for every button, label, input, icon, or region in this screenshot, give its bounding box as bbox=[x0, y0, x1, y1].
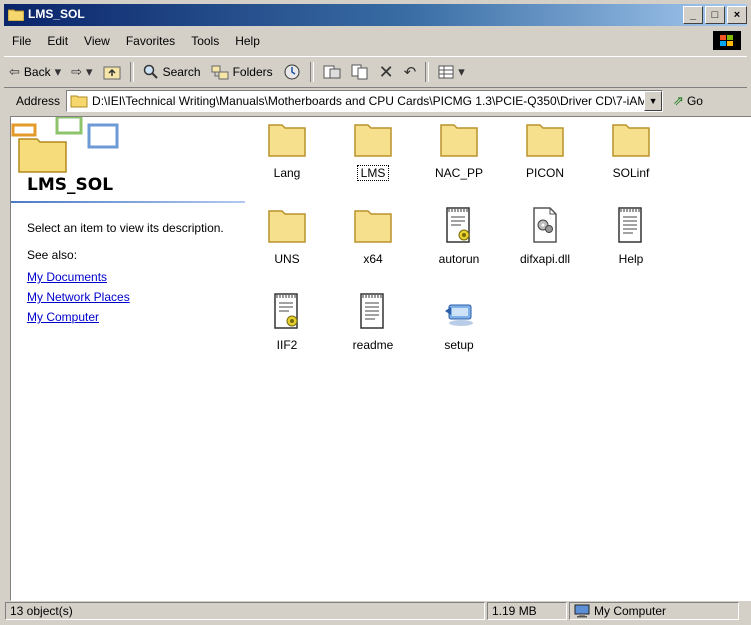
menu-tools[interactable]: Tools bbox=[183, 34, 227, 48]
dropdown-arrow-icon: ▾ bbox=[86, 64, 93, 79]
undo-icon: ↶ bbox=[403, 64, 417, 81]
setup-info-file-icon bbox=[446, 207, 470, 243]
folders-icon bbox=[211, 65, 229, 80]
folder-view[interactable]: LMS_SOL Select an item to view its descr… bbox=[10, 116, 751, 601]
delete-icon: ✕ bbox=[378, 61, 394, 82]
up-folder-button[interactable] bbox=[98, 64, 126, 80]
status-object-count: 13 object(s) bbox=[5, 602, 485, 620]
move-to-button[interactable] bbox=[318, 64, 346, 80]
item-label: SOLinf bbox=[612, 166, 650, 180]
folder-icon bbox=[526, 124, 564, 157]
back-arrow-icon: ⇦ bbox=[9, 64, 20, 79]
close-button[interactable]: × bbox=[727, 6, 747, 24]
title-divider bbox=[11, 201, 245, 203]
folder-icon bbox=[354, 124, 392, 157]
status-size: 1.19 MB bbox=[487, 602, 567, 620]
folder-icon bbox=[268, 124, 306, 157]
copy-to-icon bbox=[351, 64, 368, 80]
text-document-icon bbox=[360, 293, 384, 329]
folders-button[interactable]: Folders bbox=[206, 64, 278, 80]
go-button[interactable]: ⇗ Go bbox=[673, 93, 703, 109]
status-zone: My Computer bbox=[569, 602, 739, 620]
toolbar-separator bbox=[309, 62, 314, 82]
toolbar-separator bbox=[425, 62, 430, 82]
toolbar-separator bbox=[129, 62, 134, 82]
setup-application-icon bbox=[445, 304, 473, 326]
my-computer-icon bbox=[574, 604, 590, 618]
dll-file-icon bbox=[533, 207, 557, 243]
history-button[interactable] bbox=[278, 63, 306, 81]
copy-to-button[interactable] bbox=[346, 64, 374, 80]
move-to-icon bbox=[323, 65, 341, 79]
menu-bar: File Edit View Favorites Tools Help bbox=[4, 30, 747, 52]
title-bar[interactable]: LMS_SOL _ □ × bbox=[4, 4, 747, 26]
dropdown-arrow-icon: ▾ bbox=[54, 64, 62, 79]
back-button[interactable]: ⇦ Back ▾ bbox=[4, 64, 66, 80]
window-title: LMS_SOL bbox=[28, 7, 85, 21]
item-label: setup bbox=[444, 338, 474, 352]
menu-edit[interactable]: Edit bbox=[39, 34, 76, 48]
folder-icon bbox=[8, 9, 24, 21]
item-label: Lang bbox=[273, 166, 301, 180]
menu-file[interactable]: File bbox=[4, 34, 39, 48]
folder-title: LMS_SOL bbox=[27, 175, 114, 195]
item-label: IIF2 bbox=[276, 338, 298, 352]
link-my-documents[interactable]: My Documents bbox=[27, 270, 107, 284]
item-label: UNS bbox=[274, 252, 300, 266]
search-button[interactable]: Search bbox=[138, 64, 206, 80]
menu-help[interactable]: Help bbox=[227, 34, 268, 48]
item-label: autorun bbox=[438, 252, 480, 266]
folder-icon bbox=[268, 210, 306, 243]
item-label: difxapi.dll bbox=[519, 252, 571, 266]
views-button[interactable]: ▾ bbox=[433, 64, 470, 80]
see-also-label: See also: bbox=[27, 248, 78, 262]
menu-view[interactable]: View bbox=[76, 34, 118, 48]
go-label: Go bbox=[686, 94, 703, 108]
back-label: Back bbox=[23, 65, 51, 79]
folder-icon bbox=[70, 95, 88, 108]
status-zone-label: My Computer bbox=[594, 604, 667, 618]
address-label: Address bbox=[16, 94, 61, 108]
forward-button[interactable]: ⇨ ▾ bbox=[66, 64, 97, 80]
address-dropdown-button[interactable]: ▼ bbox=[644, 91, 663, 111]
item-label: Help bbox=[618, 252, 644, 266]
item-label: LMS bbox=[357, 165, 389, 181]
standard-toolbar: ⇦ Back ▾ ⇨ ▾ Search Folders ✕ ↶ ▾ bbox=[4, 56, 747, 88]
windows-logo-icon bbox=[713, 31, 741, 50]
delete-button[interactable]: ✕ bbox=[374, 62, 399, 83]
address-bar: Address D:\IEI\Technical Writing\Manuals… bbox=[4, 88, 747, 114]
folder-icon bbox=[354, 210, 392, 243]
link-my-computer[interactable]: My Computer bbox=[27, 310, 99, 324]
explorer-window: LMS_SOL _ □ × File Edit View Favorites T… bbox=[0, 0, 751, 625]
minimize-button[interactable]: _ bbox=[683, 6, 703, 24]
history-icon bbox=[284, 64, 300, 80]
up-folder-icon bbox=[103, 66, 121, 80]
description-text: Select an item to view its description. bbox=[27, 221, 224, 235]
item-label: NAC_PP bbox=[434, 166, 484, 180]
status-bar: 13 object(s) 1.19 MB My Computer bbox=[4, 601, 747, 623]
link-my-network-places[interactable]: My Network Places bbox=[27, 290, 130, 304]
menu-favorites[interactable]: Favorites bbox=[118, 34, 183, 48]
maximize-button[interactable]: □ bbox=[705, 6, 725, 24]
search-label: Search bbox=[162, 65, 201, 79]
task-pane: LMS_SOL Select an item to view its descr… bbox=[11, 117, 245, 600]
item-label: readme bbox=[352, 338, 394, 352]
address-input[interactable]: D:\IEI\Technical Writing\Manuals\Motherb… bbox=[66, 90, 664, 112]
folder-icon bbox=[440, 124, 478, 157]
item-label: PICON bbox=[525, 166, 564, 180]
forward-arrow-icon: ⇨ bbox=[71, 64, 83, 79]
folder-icon bbox=[612, 124, 650, 157]
item-label: x64 bbox=[363, 252, 383, 266]
views-icon bbox=[438, 65, 454, 79]
search-icon bbox=[143, 64, 158, 79]
undo-button[interactable]: ↶ bbox=[399, 63, 422, 81]
address-path: D:\IEI\Technical Writing\Manuals\Motherb… bbox=[92, 94, 655, 108]
dropdown-arrow-icon: ▾ bbox=[458, 64, 465, 79]
folders-label: Folders bbox=[232, 65, 273, 79]
text-document-icon bbox=[618, 207, 642, 243]
go-arrow-icon: ⇗ bbox=[673, 93, 684, 108]
setup-info-file-icon bbox=[274, 293, 298, 329]
